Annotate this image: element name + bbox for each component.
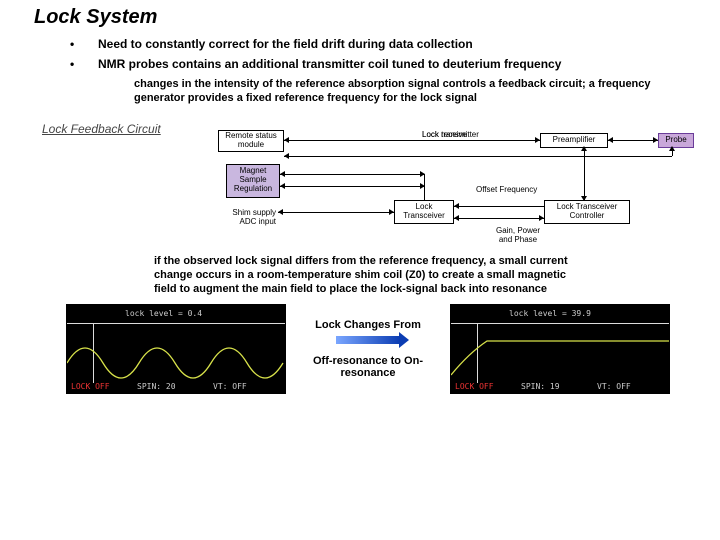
- scope-vt: VT: OFF: [597, 382, 631, 391]
- node-remote-status: Remote statusmodule: [218, 130, 284, 152]
- scope-header: lock level = 39.9: [509, 309, 591, 318]
- node-lock-transceiver: LockTransceiver: [394, 200, 454, 224]
- change-title: Lock Changes From: [308, 319, 428, 331]
- arrow-right-icon: [336, 336, 400, 344]
- scope-trace: [451, 323, 669, 383]
- scope-lock-off: LOCK OFF: [455, 382, 494, 391]
- page-title: Lock System: [34, 6, 702, 29]
- node-magnet-sample: MagnetSampleRegulation: [226, 164, 280, 198]
- bullet-list: •Need to constantly correct for the fiel…: [70, 37, 702, 71]
- scope-row: lock level = 0.4 LOCK OFF SPIN: 20 VT: O…: [34, 304, 702, 394]
- diagram-label: Lock Feedback Circuit: [42, 122, 161, 136]
- label-gain-power-phase: Gain, Powerand Phase: [488, 226, 548, 244]
- scope-header: lock level = 0.4: [125, 309, 202, 318]
- scope-off-resonance: lock level = 0.4 LOCK OFF SPIN: 20 VT: O…: [66, 304, 286, 394]
- change-caption: Lock Changes From Off-resonance to On-re…: [308, 319, 428, 379]
- node-preamplifier: Preamplifier: [540, 133, 608, 148]
- sub-paragraph: changes in the intensity of the referenc…: [134, 77, 666, 106]
- label-shim-supply: Shim supplyADC input: [206, 208, 276, 226]
- lock-feedback-diagram: Remote statusmodule MagnetSampleRegulati…: [164, 130, 704, 248]
- scope-trace: [67, 323, 285, 383]
- change-subtitle: Off-resonance to On-resonance: [308, 355, 428, 379]
- label-lock-transmitter: Lock transmitter: [422, 130, 479, 139]
- bullet-item: •NMR probes contains an additional trans…: [70, 57, 702, 71]
- node-lock-controller: Lock TransceiverController: [544, 200, 630, 224]
- label-offset-frequency: Offset Frequency: [476, 185, 537, 194]
- bullet-item: •Need to constantly correct for the fiel…: [70, 37, 702, 51]
- scope-spin: SPIN: 20: [137, 382, 176, 391]
- node-probe: Probe: [658, 133, 694, 148]
- scope-lock-off: LOCK OFF: [71, 382, 110, 391]
- sub-paragraph-2: if the observed lock signal differs from…: [154, 254, 582, 297]
- scope-vt: VT: OFF: [213, 382, 247, 391]
- bullet-text: Need to constantly correct for the field…: [98, 37, 473, 51]
- scope-on-resonance: lock level = 39.9 LOCK OFF SPIN: 19 VT: …: [450, 304, 670, 394]
- bullet-text: NMR probes contains an additional transm…: [98, 57, 561, 71]
- scope-spin: SPIN: 19: [521, 382, 560, 391]
